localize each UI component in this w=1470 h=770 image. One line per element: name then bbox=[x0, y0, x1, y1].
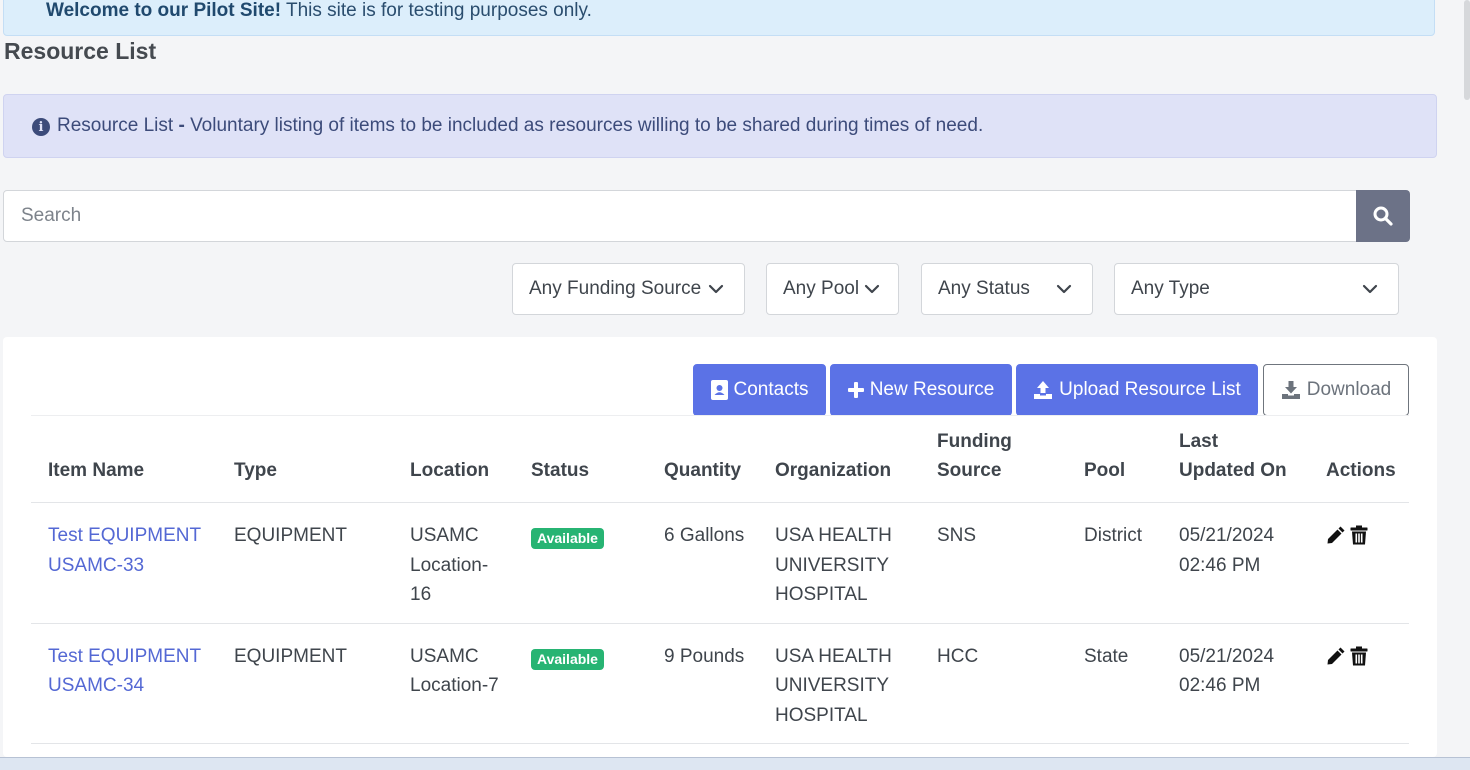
upload-resource-list-button[interactable]: Upload Resource List bbox=[1016, 364, 1258, 416]
cell-status: Available bbox=[514, 623, 647, 744]
vertical-scrollbar[interactable] bbox=[1464, 0, 1470, 100]
plus-icon bbox=[847, 382, 864, 398]
cell-item-name: Test EQUIPMENT USAMC-33 bbox=[31, 502, 217, 624]
cell-last-updated: 05/21/2024 02:46 PM bbox=[1162, 502, 1309, 624]
chevron-down-icon bbox=[1362, 284, 1378, 294]
info-circle-icon: i bbox=[32, 118, 50, 136]
type-select[interactable]: Any Type bbox=[1114, 263, 1399, 315]
pool-value: Any Pool bbox=[783, 278, 860, 299]
cell-organization: USA HEALTH UNIVERSITY HOSPITAL bbox=[758, 623, 920, 744]
status-value: Any Status bbox=[938, 278, 1030, 299]
cell-last-updated: 05/21/2024 02:46 PM bbox=[1162, 623, 1309, 744]
funding-source-select[interactable]: Any Funding Source bbox=[512, 263, 745, 315]
search-input[interactable] bbox=[3, 190, 1357, 242]
resource-card: Contacts New Resource Upload Resource Li… bbox=[3, 337, 1437, 757]
header-last-updated[interactable]: Last Updated On bbox=[1162, 427, 1309, 503]
cell-type: EQUIPMENT bbox=[217, 502, 393, 624]
info-separator: - bbox=[173, 115, 191, 136]
status-select[interactable]: Any Status bbox=[921, 263, 1093, 315]
contact-book-icon bbox=[710, 380, 728, 400]
header-quantity[interactable]: Quantity bbox=[647, 427, 758, 503]
status-badge: Available bbox=[531, 528, 604, 549]
new-resource-label: New Resource bbox=[869, 379, 995, 400]
download-icon bbox=[1281, 381, 1300, 399]
type-value: Any Type bbox=[1131, 278, 1210, 299]
header-pool[interactable]: Pool bbox=[1067, 427, 1162, 503]
search-bar bbox=[3, 190, 1410, 242]
item-link[interactable]: Test EQUIPMENT USAMC-33 bbox=[48, 525, 201, 576]
search-icon bbox=[1373, 206, 1393, 226]
trash-icon bbox=[1350, 525, 1368, 545]
cell-funding-source: HCC bbox=[920, 623, 1067, 744]
pilot-site-banner: Welcome to our Pilot Site! This site is … bbox=[3, 0, 1435, 36]
cell-organization: USA HEALTH UNIVERSITY HOSPITAL bbox=[758, 502, 920, 624]
cell-funding-source: SNS bbox=[920, 502, 1067, 624]
header-location[interactable]: Location bbox=[393, 427, 514, 503]
funding-source-value: Any Funding Source bbox=[529, 278, 702, 299]
chevron-down-icon bbox=[864, 284, 880, 294]
info-title: Resource List bbox=[57, 115, 174, 136]
chevron-down-icon bbox=[1056, 284, 1072, 294]
pencil-icon bbox=[1327, 647, 1345, 664]
upload-icon bbox=[1034, 381, 1053, 399]
delete-button[interactable] bbox=[1350, 525, 1368, 545]
download-button[interactable]: Download bbox=[1263, 364, 1409, 416]
cell-location: USAMC Location-16 bbox=[393, 502, 514, 624]
new-resource-button[interactable]: New Resource bbox=[830, 364, 1012, 416]
status-badge: Available bbox=[531, 648, 604, 670]
item-link[interactable]: Test EQUIPMENT USAMC-34 bbox=[48, 646, 201, 697]
contacts-button[interactable]: Contacts bbox=[693, 364, 826, 416]
banner-text: This site is for testing purposes only. bbox=[281, 0, 592, 21]
table-row: Test EQUIPMENT USAMC-34 EQUIPMENT USAMC … bbox=[31, 623, 1409, 744]
contacts-label: Contacts bbox=[733, 379, 809, 400]
info-text: Resource List - Voluntary listing of ite… bbox=[57, 115, 983, 137]
cell-type: EQUIPMENT bbox=[217, 623, 393, 744]
edit-button[interactable] bbox=[1326, 525, 1346, 545]
cell-status: Available bbox=[514, 502, 647, 624]
upload-label: Upload Resource List bbox=[1059, 379, 1241, 400]
banner-strong: Welcome to our Pilot Site! bbox=[46, 0, 282, 21]
delete-button[interactable] bbox=[1350, 646, 1368, 666]
edit-button[interactable] bbox=[1326, 646, 1346, 666]
chevron-down-icon bbox=[708, 284, 724, 294]
cell-actions bbox=[1309, 623, 1409, 744]
header-organization[interactable]: Organization bbox=[758, 427, 920, 503]
table-header-row: Item Name Type Location Status Quantity … bbox=[31, 427, 1409, 503]
bottom-bar bbox=[0, 757, 1470, 770]
cell-actions bbox=[1309, 502, 1409, 624]
header-item-name[interactable]: Item Name bbox=[31, 427, 217, 503]
cell-item-name: Test EQUIPMENT USAMC-34 bbox=[31, 623, 217, 744]
page-title: Resource List bbox=[4, 38, 157, 64]
info-alert: i Resource List - Voluntary listing of i… bbox=[3, 94, 1437, 158]
cell-pool: District bbox=[1067, 502, 1162, 624]
header-status[interactable]: Status bbox=[514, 427, 647, 503]
pool-select[interactable]: Any Pool bbox=[766, 263, 899, 315]
trash-icon bbox=[1350, 646, 1368, 665]
download-label: Download bbox=[1306, 379, 1392, 400]
card-divider bbox=[31, 415, 1409, 416]
header-type[interactable]: Type bbox=[217, 427, 393, 503]
table-row: Test EQUIPMENT USAMC-33 EQUIPMENT USAMC … bbox=[31, 502, 1409, 624]
header-funding-source[interactable]: Funding Source bbox=[920, 427, 1067, 503]
cell-location: USAMC Location-7 bbox=[393, 623, 514, 744]
search-button[interactable] bbox=[1356, 190, 1410, 242]
resource-table: Item Name Type Location Status Quantity … bbox=[31, 427, 1409, 744]
cell-pool: State bbox=[1067, 623, 1162, 744]
pencil-icon bbox=[1327, 526, 1345, 544]
cell-quantity: 6 Gallons bbox=[647, 502, 758, 624]
header-actions: Actions bbox=[1309, 427, 1409, 503]
info-description: Voluntary listing of items to be include… bbox=[190, 115, 984, 136]
cell-quantity: 9 Pounds bbox=[647, 623, 758, 744]
